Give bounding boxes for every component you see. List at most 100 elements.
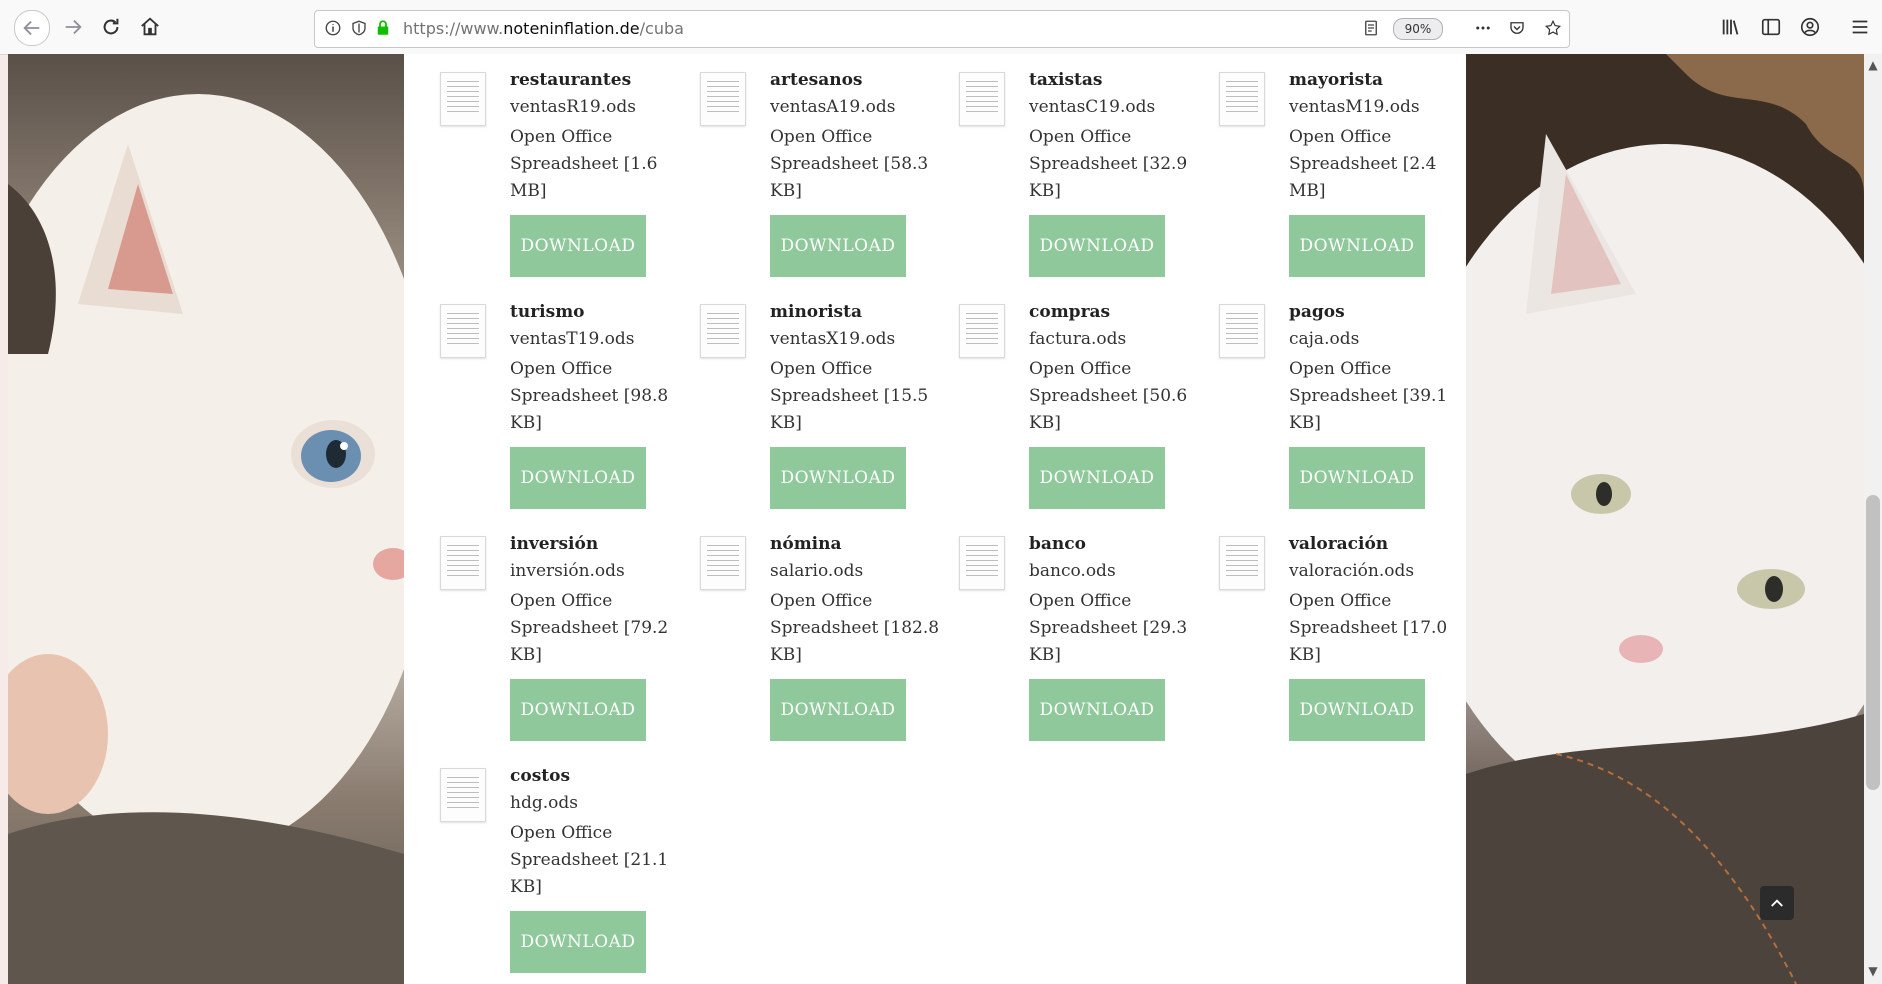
download-button[interactable]: DOWNLOAD: [510, 911, 646, 973]
file-item: turismo ventasT19.ods Open Office Spread…: [404, 286, 668, 509]
file-description: Open Office Spreadsheet [39.1 KB]: [1289, 359, 1448, 433]
download-button[interactable]: DOWNLOAD: [770, 447, 906, 509]
library-icon: [1722, 19, 1739, 35]
download-button[interactable]: DOWNLOAD: [510, 679, 646, 741]
sidebar-button[interactable]: [1754, 10, 1788, 44]
file-description: Open Office Spreadsheet [32.9 KB]: [1029, 127, 1188, 201]
download-button[interactable]: DOWNLOAD: [770, 679, 906, 741]
file-item: restaurantes ventasR19.ods Open Office S…: [404, 54, 657, 277]
kitten-background-left: [8, 54, 404, 984]
file-name: hdg.ods: [510, 793, 578, 813]
file-description: Open Office Spreadsheet [50.6 KB]: [1029, 359, 1188, 433]
file-title: taxistas: [1029, 70, 1103, 90]
back-button[interactable]: [14, 10, 50, 46]
file-item: valoración valoración.ods Open Office Sp…: [1183, 518, 1447, 741]
url-bar[interactable]: https://www.noteninflation.de/cuba 90%: [314, 10, 1570, 48]
file-item: minorista ventasX19.ods Open Office Spre…: [664, 286, 928, 509]
file-name: caja.ods: [1289, 329, 1360, 349]
back-to-top-button[interactable]: [1760, 886, 1794, 920]
pocket-icon[interactable]: [1507, 18, 1527, 38]
file-name: banco.ods: [1029, 561, 1116, 581]
file-description: Open Office Spreadsheet [2.4 MB]: [1289, 127, 1437, 201]
file-description: Open Office Spreadsheet [182.8 KB]: [770, 591, 940, 665]
download-button[interactable]: DOWNLOAD: [510, 215, 646, 277]
forward-button[interactable]: [56, 10, 90, 44]
hamburger-menu-icon: [1852, 20, 1868, 34]
chevron-up-icon: [1771, 899, 1783, 907]
account-icon: [1800, 17, 1820, 37]
file-item: costos hdg.ods Open Office Spreadsheet […: [404, 750, 668, 973]
file-title: artesanos: [770, 70, 863, 90]
file-name: ventasC19.ods: [1029, 97, 1156, 117]
file-item: taxistas ventasC19.ods Open Office Sprea…: [923, 54, 1187, 277]
download-button[interactable]: DOWNLOAD: [510, 447, 646, 509]
spreadsheet-file-icon: [700, 72, 746, 126]
file-description: Open Office Spreadsheet [15.5 KB]: [770, 359, 929, 433]
download-button[interactable]: DOWNLOAD: [1029, 447, 1165, 509]
file-item: inversión inversión.ods Open Office Spre…: [404, 518, 668, 741]
file-name: salario.ods: [770, 561, 864, 581]
file-title: pagos: [1289, 302, 1345, 322]
file-description: Open Office Spreadsheet [98.8 KB]: [510, 359, 669, 433]
more-actions-icon[interactable]: [1473, 18, 1493, 38]
spreadsheet-file-icon: [1219, 72, 1265, 126]
home-button[interactable]: [133, 10, 167, 44]
spreadsheet-file-icon: [440, 72, 486, 126]
file-title: turismo: [510, 302, 585, 322]
file-description: Open Office Spreadsheet [1.6 MB]: [510, 127, 658, 201]
spreadsheet-file-icon: [440, 536, 486, 590]
download-button[interactable]: DOWNLOAD: [1029, 215, 1165, 277]
zoom-indicator[interactable]: 90%: [1393, 18, 1443, 40]
spreadsheet-file-icon: [959, 304, 1005, 358]
file-description: Open Office Spreadsheet [17.0 KB]: [1289, 591, 1448, 665]
account-button[interactable]: [1793, 10, 1827, 44]
file-item: compras factura.ods Open Office Spreadsh…: [923, 286, 1187, 509]
scroll-down-arrow[interactable]: ▼: [1864, 964, 1882, 982]
reload-icon: [103, 18, 119, 35]
spreadsheet-file-icon: [1219, 536, 1265, 590]
reader-view-icon[interactable]: [1361, 18, 1381, 38]
spreadsheet-file-icon: [700, 536, 746, 590]
arrow-right-icon: [65, 19, 82, 35]
file-name: ventasR19.ods: [510, 97, 636, 117]
info-icon[interactable]: [323, 18, 343, 38]
download-button[interactable]: DOWNLOAD: [1029, 679, 1165, 741]
file-title: restaurantes: [510, 70, 632, 90]
file-title: inversión: [510, 534, 599, 554]
spreadsheet-file-icon: [959, 72, 1005, 126]
file-item: banco banco.ods Open Office Spreadsheet …: [923, 518, 1187, 741]
file-item: mayorista ventasM19.ods Open Office Spre…: [1183, 54, 1436, 277]
scrollbar-thumb[interactable]: [1866, 495, 1880, 790]
menu-button[interactable]: [1843, 10, 1877, 44]
file-title: costos: [510, 766, 571, 786]
file-title: minorista: [770, 302, 862, 322]
arrow-left-icon: [23, 20, 40, 36]
file-item: pagos caja.ods Open Office Spreadsheet […: [1183, 286, 1447, 509]
file-name: factura.ods: [1029, 329, 1127, 349]
sidebar-icon: [1761, 18, 1781, 36]
file-description: Open Office Spreadsheet [29.3 KB]: [1029, 591, 1188, 665]
url-text[interactable]: https://www.noteninflation.de/cuba: [403, 19, 684, 38]
file-name: ventasM19.ods: [1289, 97, 1420, 117]
spreadsheet-file-icon: [440, 304, 486, 358]
file-description: Open Office Spreadsheet [21.1 KB]: [510, 823, 669, 897]
library-button[interactable]: [1714, 10, 1748, 44]
kitten-background-right: [1466, 54, 1864, 984]
download-button[interactable]: DOWNLOAD: [1289, 215, 1425, 277]
scroll-up-arrow[interactable]: ▲: [1864, 58, 1882, 76]
file-item: artesanos ventasA19.ods Open Office Spre…: [664, 54, 928, 277]
lock-icon[interactable]: [373, 18, 393, 38]
download-button[interactable]: DOWNLOAD: [770, 215, 906, 277]
reload-button[interactable]: [94, 10, 128, 44]
tracking-shield-icon[interactable]: [349, 18, 369, 38]
download-button[interactable]: DOWNLOAD: [1289, 679, 1425, 741]
download-button[interactable]: DOWNLOAD: [1289, 447, 1425, 509]
spreadsheet-file-icon: [440, 768, 486, 822]
spreadsheet-file-icon: [1219, 304, 1265, 358]
bookmark-star-icon[interactable]: [1543, 18, 1563, 38]
file-description: Open Office Spreadsheet [58.3 KB]: [770, 127, 929, 201]
file-name: valoración.ods: [1289, 561, 1415, 581]
file-description: Open Office Spreadsheet [79.2 KB]: [510, 591, 669, 665]
file-name: ventasX19.ods: [770, 329, 896, 349]
file-title: valoración: [1289, 534, 1389, 554]
